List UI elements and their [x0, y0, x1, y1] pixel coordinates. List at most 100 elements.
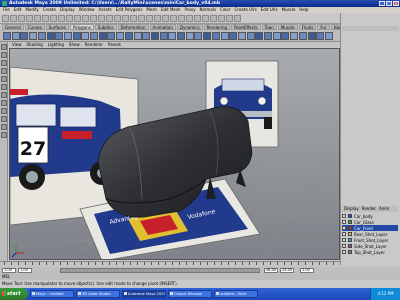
status-line-button[interactable] [18, 15, 25, 22]
layer-color-swatch[interactable] [348, 250, 352, 254]
shelf-tool-icon[interactable] [11, 32, 20, 40]
toolbox-tool-icon[interactable] [1, 100, 7, 106]
shelf-tool-icon[interactable] [264, 32, 272, 40]
shelf-tool-icon[interactable] [246, 32, 255, 40]
shelf-tool-icon[interactable] [290, 32, 299, 40]
toolbox-tool-icon[interactable] [1, 60, 7, 66]
status-line-button[interactable] [202, 15, 209, 22]
shelf-tool-icon[interactable] [116, 32, 125, 40]
current-frame-field[interactable]: 1.00 [300, 268, 314, 273]
taskbar-task-button[interactable]: Output Window [168, 290, 212, 298]
shelf-tool-icon[interactable] [133, 32, 142, 40]
shelf-tool-icon[interactable] [124, 32, 133, 40]
status-line-button[interactable] [34, 15, 41, 22]
shelf-tool-icon[interactable] [211, 32, 220, 40]
shelf-tool-icon[interactable] [81, 32, 90, 40]
status-line-button[interactable] [42, 15, 49, 22]
layer-visibility-toggle[interactable] [342, 250, 346, 254]
shelf-tool-icon[interactable] [142, 32, 151, 40]
status-line-button[interactable] [90, 15, 97, 22]
layer-color-swatch[interactable] [348, 244, 352, 248]
shelf-tool-icon[interactable] [237, 32, 246, 40]
shelf-tool-icon[interactable] [194, 32, 203, 40]
range-slider[interactable] [60, 268, 260, 273]
toolbox-tool-icon[interactable] [1, 76, 7, 82]
layer-visibility-toggle[interactable] [342, 220, 346, 224]
status-line-button[interactable] [122, 15, 129, 22]
layer-color-swatch[interactable] [348, 214, 352, 218]
shelf-tool-icon[interactable] [3, 32, 11, 40]
layer-row[interactable]: Top_Shot_Layer [342, 249, 398, 255]
status-line-button[interactable] [10, 15, 17, 22]
end-time-field[interactable]: 24.00 [280, 268, 294, 273]
layer-color-swatch[interactable] [348, 232, 352, 236]
shelf-tool-icon[interactable] [316, 32, 325, 40]
taskbar-task-button[interactable]: untitled - Paint [214, 290, 258, 298]
layer-tab-render[interactable]: Render [362, 206, 376, 212]
status-line-button[interactable] [74, 15, 81, 22]
status-line-button[interactable] [130, 15, 137, 22]
layer-visibility-toggle[interactable] [342, 238, 346, 242]
shelf-tool-icon[interactable] [159, 32, 168, 40]
status-line-button[interactable] [146, 15, 153, 22]
layer-visibility-toggle[interactable] [342, 214, 346, 218]
status-line-button[interactable] [210, 15, 217, 22]
toolbox-tool-icon[interactable] [1, 44, 7, 50]
start-button[interactable]: start [0, 288, 28, 300]
shelf-tool-icon[interactable] [20, 32, 29, 40]
status-line-button[interactable] [178, 15, 185, 22]
toolbox-tool-icon[interactable] [1, 124, 7, 130]
status-line-button[interactable] [58, 15, 65, 22]
layer-tab-display[interactable]: Display [344, 206, 359, 212]
toolbox-tool-icon[interactable] [1, 132, 7, 138]
maximize-button[interactable]: □ [386, 1, 392, 6]
status-line-button[interactable] [106, 15, 113, 22]
status-line-button[interactable] [98, 15, 105, 22]
status-line-button[interactable] [218, 15, 225, 22]
shelf-tool-icon[interactable] [203, 32, 212, 40]
shelf-tool-icon[interactable] [63, 32, 72, 40]
close-button[interactable]: × [393, 1, 399, 6]
taskbar-task-button[interactable]: Maya - Untitled [30, 290, 74, 298]
shelf-tool-icon[interactable] [324, 32, 333, 40]
status-line-button[interactable] [82, 15, 89, 22]
toolbox-tool-icon[interactable] [1, 52, 7, 58]
shelf-tool-icon[interactable] [272, 32, 281, 40]
layer-color-swatch[interactable] [348, 238, 352, 242]
status-line-button[interactable] [162, 15, 169, 22]
toolbox-tool-icon[interactable] [1, 68, 7, 74]
shelf-tool-icon[interactable] [255, 32, 264, 40]
perspective-viewport[interactable]: 27 Advantage Vodafone [9, 48, 340, 260]
shelf-tool-icon[interactable] [298, 32, 307, 40]
layer-color-swatch[interactable] [348, 226, 352, 230]
status-line-button[interactable] [226, 15, 233, 22]
shelf-tool-icon[interactable] [168, 32, 177, 40]
status-line-button[interactable] [194, 15, 201, 22]
shelf-tool-icon[interactable] [307, 32, 316, 40]
status-line-button[interactable] [170, 15, 177, 22]
shelf-tool-icon[interactable] [55, 32, 64, 40]
status-line-button[interactable] [114, 15, 121, 22]
layer-visibility-toggle[interactable] [342, 244, 346, 248]
toolbox-tool-icon[interactable] [1, 116, 7, 122]
status-line-button[interactable] [50, 15, 57, 22]
layer-visibility-toggle[interactable] [342, 226, 346, 230]
range-start-field[interactable]: 1.00 [18, 268, 32, 273]
toolbox-tool-icon[interactable] [1, 92, 7, 98]
start-time-field[interactable]: 1.00 [2, 268, 16, 273]
shelf-tool-icon[interactable] [185, 32, 194, 40]
status-line-button[interactable] [234, 15, 241, 22]
shelf-tool-icon[interactable] [98, 32, 107, 40]
status-line-button[interactable] [186, 15, 193, 22]
minimize-button[interactable]: _ [379, 1, 385, 6]
shelf-tool-icon[interactable] [177, 32, 185, 40]
toolbox-tool-icon[interactable] [1, 84, 7, 90]
range-end-field[interactable]: 48.00 [264, 268, 278, 273]
layer-color-swatch[interactable] [348, 220, 352, 224]
status-line-button[interactable] [26, 15, 33, 22]
shelf-tool-icon[interactable] [220, 32, 229, 40]
shelf-tool-icon[interactable] [229, 32, 238, 40]
status-line-button[interactable] [138, 15, 145, 22]
taskbar-task-button[interactable]: 3D Artist Studio [76, 290, 120, 298]
layer-visibility-toggle[interactable] [342, 232, 346, 236]
